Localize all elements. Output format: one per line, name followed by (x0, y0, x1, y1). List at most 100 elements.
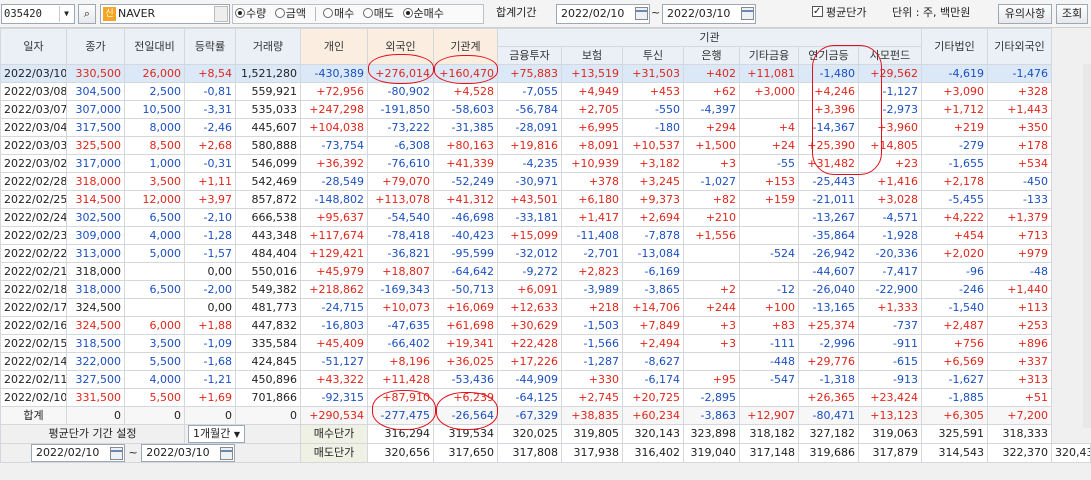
table-cell: +9,373 (622, 190, 684, 209)
vertical-scrollbar[interactable] (1083, 64, 1091, 428)
table-row[interactable]: 2022/03/10 330,500 26,000 +8,54 1,521,280 -43… (0, 64, 1091, 83)
table-row[interactable]: 2022/02/14 322,000 5,500 -1,68 424,845 -51,12… (0, 352, 1091, 371)
date-from-input[interactable]: 2022/02/10 (556, 4, 650, 24)
date-cell: 2022/02/17 (0, 298, 67, 317)
table-cell: +129,421 (300, 244, 368, 263)
table-cell: 5,000 (124, 244, 185, 263)
table-row[interactable]: 2022/03/04 317,500 8,000 -2,46 445,607 +104,0… (0, 118, 1091, 137)
buy-price-cell: 320,025 (497, 424, 562, 444)
table-cell: -13,084 (622, 244, 684, 263)
query-button[interactable]: 조회 (1056, 4, 1088, 24)
col-header-bank[interactable]: 은행 (683, 46, 740, 65)
table-cell: 6,000 (124, 316, 185, 335)
summary-label: 합계 (0, 406, 67, 425)
table-cell: +3,960 (857, 118, 923, 137)
table-cell: -2,00 (184, 280, 236, 299)
table-row[interactable]: 2022/02/18 318,000 6,500 -2,00 549,382 +218,8… (0, 280, 1091, 299)
table-cell: +14,805 (857, 136, 923, 155)
calendar-icon[interactable] (220, 447, 234, 460)
col-header-foreign[interactable]: 외국인 (367, 28, 434, 65)
table-row[interactable]: 2022/02/10 331,500 5,500 +1,69 701,866 -92,31… (0, 388, 1091, 407)
table-cell: -1,287 (561, 352, 623, 371)
radio-sell[interactable]: 매도 (362, 5, 394, 23)
col-header-other-foreign[interactable]: 기타외국인 (987, 28, 1053, 65)
calendar-icon[interactable] (110, 447, 123, 460)
table-cell: 318,000 (66, 280, 125, 299)
col-header-change[interactable]: 전일대비 (124, 28, 185, 65)
radio-amount[interactable]: 금액 (274, 5, 306, 23)
summary-cell: +290,534 (300, 406, 368, 425)
search-button[interactable]: ⌕ (78, 4, 96, 24)
table-cell: +350 (987, 118, 1053, 137)
table-row[interactable]: 2022/02/15 318,500 3,500 -1,09 335,584 +45,40… (0, 334, 1091, 353)
table-row[interactable]: 2022/02/28 318,000 3,500 +1,11 542,469 -28,54… (0, 172, 1091, 191)
col-header-individual[interactable]: 개인 (300, 28, 368, 65)
table-row[interactable]: 2022/02/24 302,500 6,500 -2,10 666,538 +95,63… (0, 208, 1091, 227)
footer-date-to-input[interactable]: 2022/03/10 (141, 444, 236, 462)
calendar-icon[interactable] (635, 7, 648, 20)
table-cell: 304,500 (66, 82, 125, 101)
col-header-date[interactable]: 일자 (0, 28, 67, 65)
table-cell: 559,921 (235, 82, 301, 101)
table-cell: -1,09 (184, 334, 236, 353)
radio-quantity[interactable]: 수량 (235, 5, 266, 23)
table-cell: -3,865 (622, 280, 684, 299)
table-cell: 8,000 (124, 118, 185, 137)
col-header-financial[interactable]: 금융투자 (497, 46, 562, 65)
table-cell: 302,500 (66, 208, 125, 227)
buy-price-cell: 318,182 (739, 424, 799, 444)
table-cell: 447,832 (235, 316, 301, 335)
table-cell: +30,629 (497, 316, 562, 335)
table-cell: +95 (683, 370, 740, 389)
col-header-insurance[interactable]: 보험 (561, 46, 623, 65)
period-select[interactable]: 1개월간 ▼ (188, 425, 246, 443)
table-cell (124, 298, 185, 317)
table-row[interactable]: 2022/03/02 317,000 1,000 -0,31 546,099 +36,39… (0, 154, 1091, 173)
stock-code-input[interactable]: 035420 ▼ (1, 4, 75, 24)
table-row[interactable]: 2022/02/11 327,500 4,000 -1,21 450,896 +43,32… (0, 370, 1091, 389)
table-cell: -430,389 (300, 64, 368, 83)
radio-buy[interactable]: 매수 (323, 5, 354, 23)
date-cell: 2022/03/10 (0, 64, 67, 83)
table-cell: 3,500 (124, 334, 185, 353)
table-row[interactable]: 2022/02/16 324,500 6,000 +1,88 447,832 -16,80… (0, 316, 1091, 335)
col-header-trust[interactable]: 투신 (622, 46, 684, 65)
col-header-private-fund[interactable]: 사모펀드 (857, 46, 923, 65)
table-cell: +328 (987, 82, 1053, 101)
footer-date-range: 2022/02/10 ~ 2022/03/10 (0, 443, 301, 463)
table-row[interactable]: 2022/03/03 325,500 8,500 +2,68 580,888 -73,75… (0, 136, 1091, 155)
radio-icon (362, 8, 373, 18)
col-header-institution[interactable]: 기관계 (433, 28, 498, 65)
radio-net-buy[interactable]: 순매수 (402, 5, 444, 23)
table-row[interactable]: 2022/02/22 313,000 5,000 -1,57 484,404 +129,4… (0, 244, 1091, 263)
col-header-rate[interactable]: 등락률 (184, 28, 236, 65)
table-cell: 484,404 (235, 244, 301, 263)
table-cell: +82 (683, 190, 740, 209)
col-header-other-fin[interactable]: 기타금융 (739, 46, 799, 65)
table-cell: +87,910 (367, 388, 434, 407)
footer-date-from-input[interactable]: 2022/02/10 (31, 444, 125, 462)
col-header-close[interactable]: 종가 (66, 28, 125, 65)
summary-cell: 0 (124, 406, 185, 425)
table-row[interactable]: 2022/03/08 304,500 2,500 -0,81 559,921 +72,95… (0, 82, 1091, 101)
col-header-pension[interactable]: 연기금등 (798, 46, 859, 65)
date-to-input[interactable]: 2022/03/10 (662, 4, 756, 24)
table-row[interactable]: 2022/02/25 314,500 12,000 +3,97 857,872 -148,… (0, 190, 1091, 209)
stock-name-field[interactable]: 신 NAVER (100, 4, 230, 24)
calendar-icon[interactable] (741, 7, 754, 20)
table-cell: -73,754 (300, 136, 368, 155)
notice-button[interactable]: 유의사항 (998, 4, 1052, 24)
col-header-volume[interactable]: 거래량 (235, 28, 301, 65)
table-cell: +19,341 (433, 334, 498, 353)
dropdown-arrow-icon[interactable]: ▼ (59, 6, 73, 22)
table-row[interactable]: 2022/02/21 318,000 0,00 550,016 +45,979 +18,8… (0, 262, 1091, 281)
table-cell: 3,500 (124, 172, 185, 191)
table-row[interactable]: 2022/02/23 309,000 4,000 -1,28 443,348 +117,6… (0, 226, 1091, 245)
table-row[interactable]: 2022/03/07 307,000 10,500 -3,31 535,033 +247,… (0, 100, 1091, 119)
minimize-icon[interactable] (214, 6, 228, 22)
average-price-checkbox[interactable]: 평균단가 (812, 3, 866, 24)
table-cell: +253 (987, 316, 1053, 335)
table-cell: -26,942 (798, 244, 859, 263)
col-header-other-corp[interactable]: 기타법인 (921, 28, 989, 65)
table-row[interactable]: 2022/02/17 324,500 0,00 481,773 -24,715 +10,0… (0, 298, 1091, 317)
